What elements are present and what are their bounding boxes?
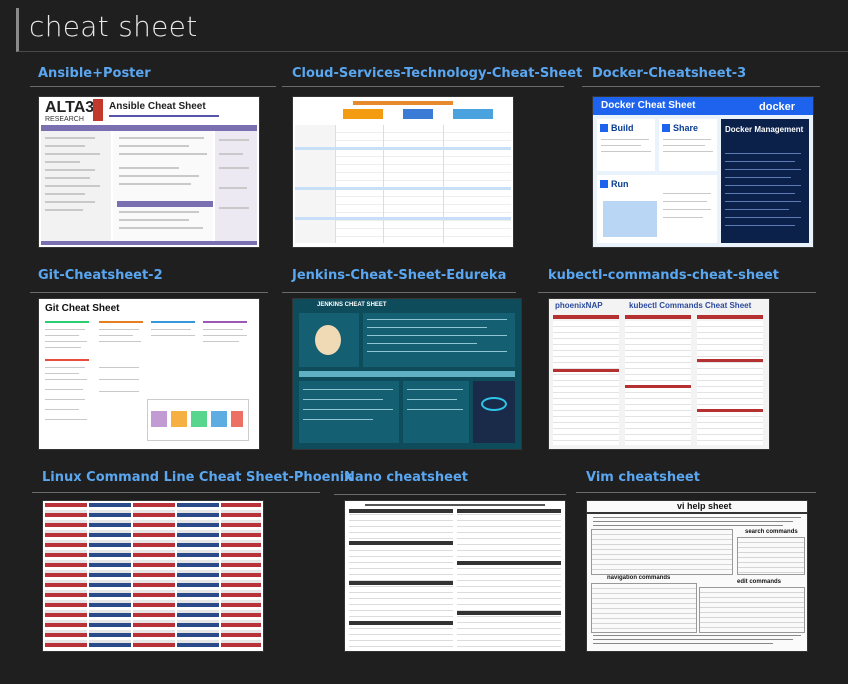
thumb-title: Ansible Cheat Sheet <box>109 101 206 112</box>
thumbnail-kubectl[interactable]: phoenixNAP kubectl Commands Cheat Sheet <box>548 298 770 450</box>
card-cloud-services[interactable]: Cloud-Services-Technology-Cheat-Sheet <box>282 66 582 248</box>
thumbnail-ansible[interactable]: ALTA3 RESEARCH Ansible Cheat Sheet <box>38 96 260 248</box>
docker-logo: docker <box>759 101 796 113</box>
thumb-title: JENKINS CHEAT SHEET <box>317 302 387 308</box>
card-git[interactable]: Git-Cheatsheet-2 Git Cheat Sheet <box>30 268 278 450</box>
page-title: cheat sheet <box>29 10 198 43</box>
card-title[interactable]: Linux Command Line Cheat Sheet-Phoenix <box>42 470 353 485</box>
card-nano[interactable]: Nano cheatsheet <box>334 470 574 652</box>
card-title[interactable]: Cloud-Services-Technology-Cheat-Sheet <box>292 66 582 81</box>
thumb-title: Git Cheat Sheet <box>45 303 120 314</box>
section-run: Run <box>611 179 629 189</box>
alta3-logo: ALTA3 <box>45 99 95 116</box>
card-jenkins[interactable]: Jenkins-Cheat-Sheet-Edureka JENKINS CHEA… <box>282 268 532 450</box>
phoenixnap-logo: phoenixNAP <box>555 301 603 310</box>
thumb-title: vi help sheet <box>677 501 732 511</box>
thumb-title: Docker Cheat Sheet <box>601 100 696 111</box>
alta3-logo-sub: RESEARCH <box>45 116 84 123</box>
thumbnail-vim[interactable]: vi help sheet search commands navigation… <box>586 500 808 652</box>
section-docker-management: Docker Management <box>725 125 804 134</box>
thumbnail-docker[interactable]: Docker Cheat Sheet docker Build Share Ru… <box>592 96 814 248</box>
card-title[interactable]: Ansible+Poster <box>38 66 151 81</box>
thumb-title: kubectl Commands Cheat Sheet <box>629 301 752 310</box>
page-header: cheat sheet <box>16 8 848 52</box>
card-title[interactable]: Git-Cheatsheet-2 <box>38 268 163 283</box>
card-vim[interactable]: Vim cheatsheet vi help sheet search comm… <box>576 470 826 652</box>
section-navigation-commands: navigation commands <box>607 575 671 581</box>
thumbnail-cloud-services[interactable] <box>292 96 514 248</box>
thumbnail-linux[interactable] <box>42 500 264 652</box>
section-search-commands: search commands <box>745 529 798 535</box>
card-title[interactable]: kubectl-commands-cheat-sheet <box>548 268 779 283</box>
card-ansible-poster[interactable]: Ansible+Poster ALTA3 RESEARCH Ansible Ch… <box>30 66 278 248</box>
thumbnail-nano[interactable] <box>344 500 566 652</box>
thumbnail-jenkins[interactable]: JENKINS CHEAT SHEET <box>292 298 522 450</box>
card-title[interactable]: Vim cheatsheet <box>586 470 700 485</box>
thumbnail-git[interactable]: Git Cheat Sheet <box>38 298 260 450</box>
card-kubectl[interactable]: kubectl-commands-cheat-sheet phoenixNAP … <box>538 268 818 450</box>
section-edit-commands: edit commands <box>737 579 782 585</box>
card-docker[interactable]: Docker-Cheatsheet-3 Docker Cheat Sheet d… <box>582 66 832 248</box>
card-title[interactable]: Docker-Cheatsheet-3 <box>592 66 746 81</box>
card-title[interactable]: Jenkins-Cheat-Sheet-Edureka <box>292 268 506 283</box>
section-share: Share <box>673 123 699 133</box>
card-title[interactable]: Nano cheatsheet <box>344 470 468 485</box>
section-build: Build <box>611 123 634 133</box>
card-linux-command-line[interactable]: Linux Command Line Cheat Sheet-Phoenix <box>32 470 353 652</box>
